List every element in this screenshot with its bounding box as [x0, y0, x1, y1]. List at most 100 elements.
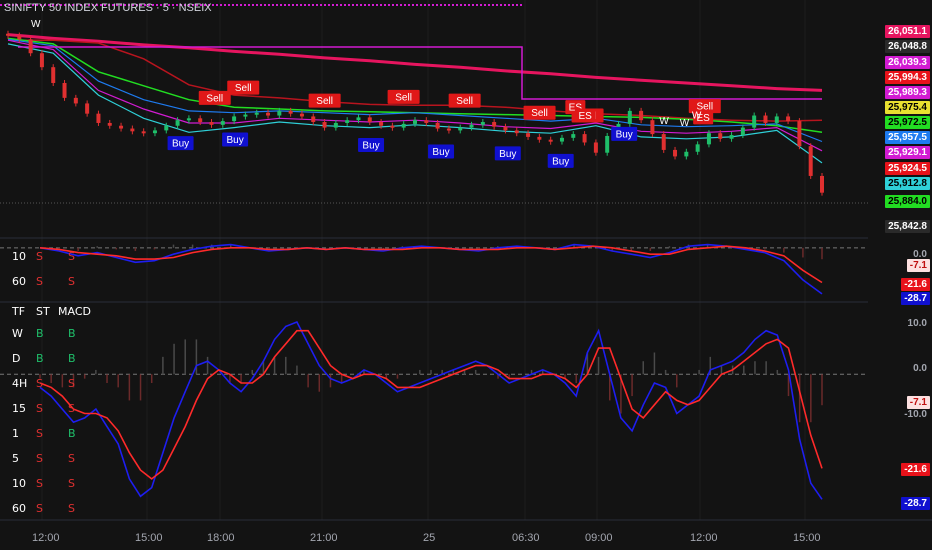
candle-body — [627, 110, 632, 124]
candle-body — [209, 122, 214, 125]
signal-label: W — [659, 116, 669, 127]
sell-label: Sell — [456, 96, 473, 107]
candle-body — [277, 110, 282, 116]
candle-body — [220, 121, 225, 125]
table-cell-st: S — [36, 402, 43, 415]
candle-body — [345, 120, 350, 123]
candle-body — [28, 39, 33, 54]
buy-label: Buy — [432, 147, 449, 158]
signal-label: W — [31, 19, 41, 30]
price-tag: -28.7 — [901, 497, 930, 510]
candle-body — [243, 114, 248, 117]
candle-body — [571, 134, 576, 138]
chart-canvas[interactable]: Buy Buy Buy Buy Buy Buy Buy Sell Sell Sell Sell Sel… — [0, 0, 932, 550]
table-cell-tf: 1 — [12, 427, 19, 440]
price-tag: 25,989.3 — [885, 86, 930, 99]
price-tag: -28.7 — [901, 292, 930, 305]
table-cell-st: S — [36, 250, 43, 263]
candle-body — [605, 135, 610, 153]
table-cell-st: S — [36, 377, 43, 390]
candle-body — [6, 33, 10, 36]
candle-body — [514, 130, 519, 134]
table-cell-st: S — [36, 275, 43, 288]
table-header-cell: MACD — [58, 305, 91, 318]
signal-label: W — [680, 118, 690, 129]
candle-body — [299, 113, 304, 117]
candle-body — [130, 128, 135, 132]
sell-label: Sell — [235, 83, 252, 94]
time-axis-label: 12:00 — [32, 532, 60, 544]
candle-body — [367, 117, 372, 123]
table-cell-tf: 4H — [12, 377, 28, 390]
candle-body — [808, 146, 813, 176]
candle-body — [254, 112, 259, 115]
candle-body — [469, 124, 474, 128]
candle-body — [73, 97, 78, 104]
candle-body — [96, 113, 101, 123]
candle-body — [62, 82, 67, 98]
candle-body — [39, 53, 44, 68]
price-tag: 26,051.1 — [885, 25, 930, 38]
table-cell-tf: 15 — [12, 402, 26, 415]
time-axis-label: 15:00 — [793, 532, 821, 544]
table-cell-st: S — [36, 477, 43, 490]
price-tag: 25,884.0 — [885, 195, 930, 208]
macd-line — [39, 320, 823, 500]
time-axis-label: 18:00 — [207, 532, 235, 544]
candle-body — [107, 122, 112, 126]
symbol-name: NIFTY 50 INDEX FUTURES · 5 · NSEIX — [14, 2, 212, 14]
symbol-prefix: SI — [4, 2, 15, 14]
candle-body — [333, 122, 338, 128]
candle-body — [661, 134, 666, 150]
candle-body — [17, 35, 22, 40]
candle-body — [266, 112, 271, 116]
candle-body — [548, 139, 553, 142]
candle-body — [186, 118, 191, 121]
candle-body — [797, 121, 802, 147]
table-cell-macd: S — [68, 502, 75, 515]
candle-body — [492, 122, 497, 127]
table-cell-tf: W — [12, 327, 23, 340]
macd-line — [39, 243, 823, 295]
candle-body — [673, 149, 678, 157]
sell-label: Sell — [531, 108, 548, 119]
table-cell-st: S — [36, 427, 43, 440]
time-axis-label: 09:00 — [585, 532, 613, 544]
price-tag: 0.0 — [913, 363, 927, 374]
candle-body — [141, 131, 146, 134]
price-tag: 25,924.5 — [885, 162, 930, 175]
table-cell-tf: 10 — [12, 477, 26, 490]
table-cell-tf: 5 — [12, 452, 19, 465]
sell-label: Sell — [316, 96, 333, 107]
table-cell-macd: S — [68, 477, 75, 490]
candle-body — [390, 125, 395, 128]
sell-label: Sell — [206, 93, 223, 104]
price-tag: 26,039.3 — [885, 56, 930, 69]
table-cell-macd: B — [68, 327, 76, 340]
candle-body — [435, 122, 440, 129]
time-axis-label: 21:00 — [310, 532, 338, 544]
table-cell-st: S — [36, 502, 43, 515]
candle-body — [446, 128, 451, 131]
candle-body — [820, 175, 824, 193]
signal-line — [39, 245, 823, 284]
candle-body — [526, 133, 531, 137]
candle-body — [152, 130, 157, 134]
buy-label: Buy — [499, 149, 516, 160]
price-tag: -10.0 — [904, 409, 927, 420]
table-cell-tf: 10 — [12, 250, 26, 263]
candle-body — [763, 115, 768, 123]
price-tag: 25,842.8 — [885, 220, 930, 233]
symbol-title[interactable]: SINIFTY 50 INDEX FUTURES · 5 · NSEIX — [4, 2, 212, 14]
candle-body — [503, 126, 508, 131]
level-line — [18, 46, 822, 100]
candle-body — [232, 116, 237, 122]
table-cell-macd: S — [68, 377, 75, 390]
table-cell-tf: D — [12, 352, 21, 365]
candle-body — [480, 122, 485, 125]
time-axis-label: 25 — [423, 532, 436, 544]
candle-body — [740, 127, 745, 136]
time-axis-label: 15:00 — [135, 532, 163, 544]
candle-body — [537, 136, 542, 140]
candle-body — [582, 134, 587, 143]
